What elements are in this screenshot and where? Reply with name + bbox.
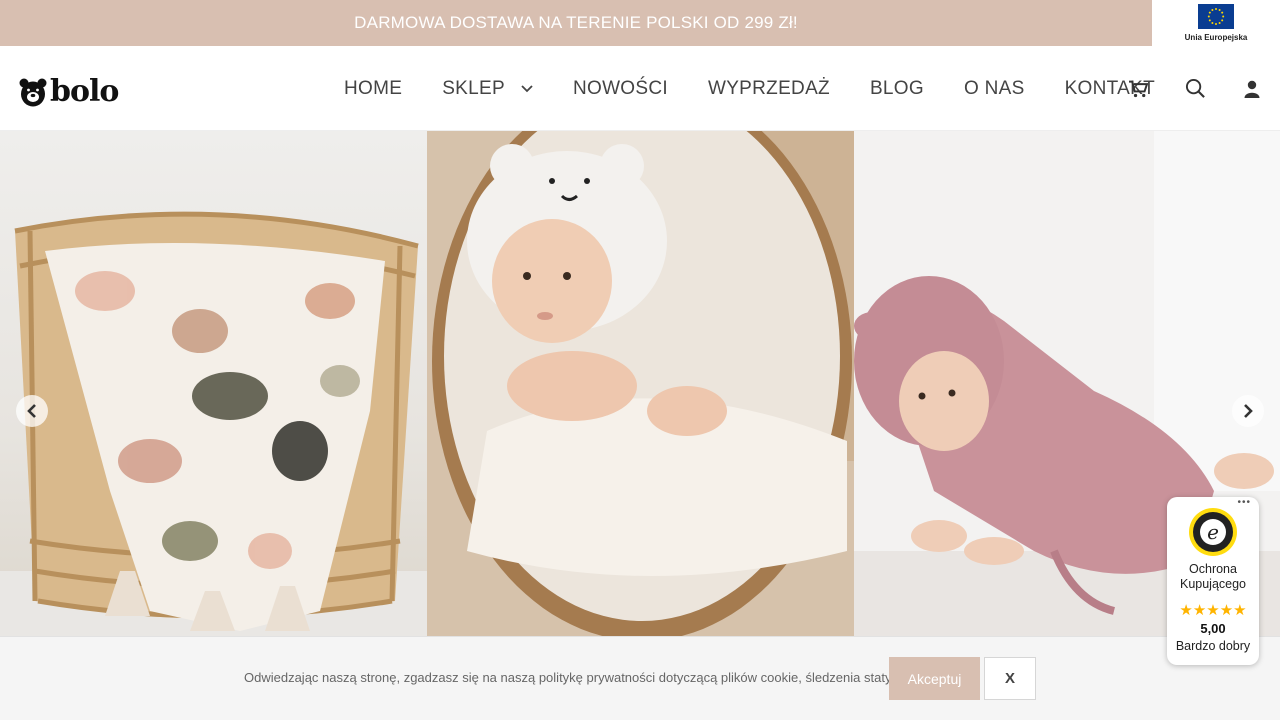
chevron-right-icon — [1244, 404, 1253, 418]
nav-o-nas[interactable]: O NAS — [944, 78, 1045, 100]
baby-towel-illustration — [427, 131, 854, 636]
cart-button[interactable] — [1120, 71, 1156, 107]
cart-icon — [1129, 80, 1148, 97]
badge-menu-icon[interactable]: ••• — [1237, 497, 1251, 508]
eu-badge: Unia Europejska — [1152, 0, 1280, 46]
nav-blog-label: BLOG — [869, 77, 924, 99]
eu-flag-icon — [1198, 4, 1234, 29]
promo-text: DARMOWA DOSTAWA NA TERENIE POLSKI OD 299… — [354, 13, 798, 32]
nav-sklep[interactable]: SKLEP — [422, 78, 553, 100]
slide-image-baby-towel[interactable] — [427, 131, 854, 636]
cookie-text: Odwiedzając naszą stronę, zgadzasz się n… — [244, 670, 936, 685]
nav-home[interactable]: HOME — [324, 78, 422, 100]
trusted-shops-seal-icon: e — [1188, 507, 1238, 562]
header-icons — [1120, 46, 1280, 131]
nav-wyprzedaz[interactable]: WYPRZEDAŻ — [688, 78, 850, 100]
nav-o-nas-label: O NAS — [963, 77, 1025, 99]
user-icon — [1244, 80, 1260, 98]
nav-sklep-label: SKLEP — [442, 77, 505, 99]
nav-home-label: HOME — [344, 77, 403, 99]
search-button[interactable] — [1177, 71, 1213, 107]
main-nav: HOME SKLEP NOWOŚCI WYPRZEDAŻ BLOG O NAS … — [324, 46, 1175, 131]
slide-image-blanket-basket[interactable] — [0, 131, 427, 636]
promo-bar: DARMOWA DOSTAWA NA TERENIE POLSKI OD 299… — [0, 0, 1152, 46]
site-header: bolo HOME SKLEP NOWOŚCI WYPRZEDAŻ BLOG O… — [0, 46, 1280, 131]
basket-illustration — [0, 211, 427, 636]
slider-next-button[interactable] — [1232, 395, 1264, 427]
badge-label: Ochrona Kupującego — [1179, 562, 1247, 591]
logo-text: bolo — [50, 74, 119, 109]
chevron-left-icon — [27, 404, 36, 418]
trusted-shops-badge[interactable]: ••• e Ochrona Kupującego ★★★★★ 5,00 Bard… — [1167, 497, 1259, 665]
nav-nowosci[interactable]: NOWOŚCI — [553, 78, 688, 100]
nav-nowosci-label: NOWOŚCI — [572, 77, 668, 99]
nav-wyprzedaz-label: WYPRZEDAŻ — [707, 77, 830, 99]
rating-stars: ★★★★★ — [1179, 602, 1247, 619]
cookie-close-button[interactable]: X — [984, 657, 1036, 700]
search-icon — [1185, 78, 1205, 98]
hero-slider — [0, 131, 1280, 636]
slider-prev-button[interactable] — [16, 395, 48, 427]
cookie-accept-button[interactable]: Akceptuj — [889, 657, 980, 700]
svg-text:e: e — [1207, 520, 1219, 544]
eu-label: Unia Europejska — [1184, 33, 1248, 42]
rating-score: 5,00 — [1200, 621, 1226, 636]
bear-logo-icon — [19, 78, 47, 106]
account-button[interactable] — [1234, 71, 1270, 107]
nav-blog[interactable]: BLOG — [850, 78, 944, 100]
chevron-down-icon — [521, 84, 533, 92]
rating-text: Bardzo dobry — [1175, 639, 1251, 653]
cookie-banner: Odwiedzając naszą stronę, zgadzasz się n… — [0, 636, 1280, 720]
logo[interactable]: bolo — [19, 74, 119, 109]
